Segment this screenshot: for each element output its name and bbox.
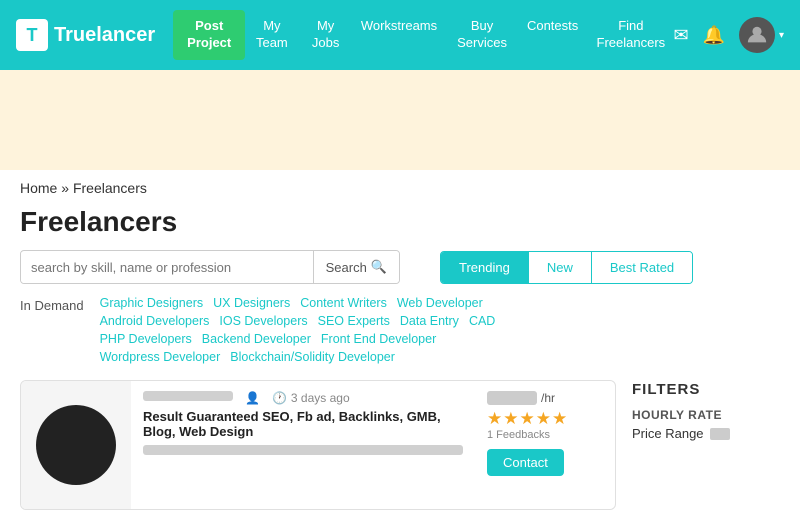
breadcrumb-separator: » <box>57 180 73 196</box>
tag-data-entry[interactable]: Data Entry <box>400 314 459 328</box>
breadcrumb: Home » Freelancers <box>0 170 800 200</box>
tag-wordpress-developer[interactable]: Wordpress Developer <box>100 350 221 364</box>
search-input[interactable] <box>21 252 313 283</box>
avatar-dropdown-icon[interactable]: ▾ <box>779 30 784 41</box>
post-project-button[interactable]: Post Project <box>173 10 245 60</box>
time-ago: 3 days ago <box>291 391 350 405</box>
tag-content-writers[interactable]: Content Writers <box>300 296 387 310</box>
nav-buy-services[interactable]: Buy Services <box>455 18 509 52</box>
meta-time: 🕐 3 days ago <box>272 391 350 405</box>
contact-button[interactable]: Contact <box>487 449 564 476</box>
team-icon: 👤 <box>245 391 260 405</box>
hourly-rate: /hr <box>487 391 555 405</box>
logo-text: Truelancer <box>54 24 155 47</box>
search-input-wrap: Search 🔍 <box>20 250 400 284</box>
clock-icon: 🕐 <box>272 391 287 405</box>
card-avatar-area <box>21 381 131 509</box>
card-description-blurred <box>143 445 463 455</box>
banner <box>0 70 800 170</box>
nav-my-jobs[interactable]: My Jobs <box>308 18 342 52</box>
nav-links: My Team My Jobs Workstreams Buy Services… <box>253 18 665 52</box>
price-range-row: Price Range <box>632 426 800 441</box>
in-demand-section: In Demand Graphic Designers UX Designers… <box>0 296 800 380</box>
bell-icon[interactable]: 🔔 <box>703 25 725 46</box>
tag-graphic-designers[interactable]: Graphic Designers <box>100 296 204 310</box>
hourly-rate-label: HOURLY RATE <box>632 408 800 422</box>
nav-workstreams[interactable]: Workstreams <box>361 18 437 52</box>
nav-my-team[interactable]: My Team <box>253 18 290 52</box>
price-range-label: Price Range <box>632 426 704 441</box>
in-demand-label: In Demand <box>20 296 84 364</box>
breadcrumb-home[interactable]: Home <box>20 180 57 196</box>
tag-ux-designers[interactable]: UX Designers <box>213 296 290 310</box>
tag-ios-developers[interactable]: IOS Developers <box>219 314 307 328</box>
tag-seo-experts[interactable]: SEO Experts <box>318 314 390 328</box>
star-rating: ★★★★★ <box>487 409 568 429</box>
main-content: 👤 🕐 3 days ago Result Guaranteed SEO, Fb… <box>0 380 800 510</box>
tab-new[interactable]: New <box>529 252 592 283</box>
page-title: Freelancers <box>0 200 800 250</box>
tag-php-developers[interactable]: PHP Developers <box>100 332 192 346</box>
tag-backend-developer[interactable]: Backend Developer <box>202 332 311 346</box>
card-title: Result Guaranteed SEO, Fb ad, Backlinks,… <box>143 409 463 439</box>
card-middle: 👤 🕐 3 days ago Result Guaranteed SEO, Fb… <box>131 381 475 509</box>
card-meta: 👤 🕐 3 days ago <box>143 391 463 405</box>
in-demand-tags: Graphic Designers UX Designers Content W… <box>100 296 550 364</box>
tab-trending[interactable]: Trending <box>441 252 529 283</box>
search-icon: 🔍 <box>371 259 387 275</box>
search-button[interactable]: Search 🔍 <box>313 251 399 283</box>
username-blurred <box>143 391 233 401</box>
price-range-value-blurred <box>710 428 730 440</box>
nav-find-freelancers[interactable]: Find Freelancers <box>596 18 665 52</box>
tab-best-rated[interactable]: Best Rated <box>592 252 692 283</box>
feedbacks-count: 1 Feedbacks <box>487 429 550 441</box>
card-right: /hr ★★★★★ 1 Feedbacks Contact <box>475 381 615 509</box>
meta-team: 👤 <box>245 391 260 405</box>
filters-title: FILTERS <box>632 381 700 398</box>
tag-cad[interactable]: CAD <box>469 314 495 328</box>
filters-panel: FILTERS ≡ HOURLY RATE Price Range <box>632 380 800 510</box>
freelancer-avatar <box>36 405 116 485</box>
filter-tabs: Trending New Best Rated <box>440 251 693 284</box>
logo-area[interactable]: T Truelancer <box>16 19 155 51</box>
nav-icons: ✉ 🔔 ▾ <box>673 17 784 53</box>
filters-header: FILTERS ≡ <box>632 380 800 398</box>
rate-unit: /hr <box>541 391 555 405</box>
navbar: T Truelancer Post Project My Team My Job… <box>0 0 800 70</box>
mail-icon[interactable]: ✉ <box>673 25 688 46</box>
nav-contests[interactable]: Contests <box>527 18 578 52</box>
freelancer-cards: 👤 🕐 3 days ago Result Guaranteed SEO, Fb… <box>20 380 616 510</box>
logo-icon: T <box>16 19 48 51</box>
breadcrumb-current: Freelancers <box>73 180 147 196</box>
tag-blockchain-developer[interactable]: Blockchain/Solidity Developer <box>230 350 395 364</box>
tag-front-end-developer[interactable]: Front End Developer <box>321 332 436 346</box>
tag-android-developers[interactable]: Android Developers <box>100 314 210 328</box>
search-area: Search 🔍 Trending New Best Rated <box>0 250 800 296</box>
tag-web-developer[interactable]: Web Developer <box>397 296 483 310</box>
rate-value-blurred <box>487 391 537 405</box>
table-row: 👤 🕐 3 days ago Result Guaranteed SEO, Fb… <box>20 380 616 510</box>
avatar[interactable] <box>739 17 775 53</box>
